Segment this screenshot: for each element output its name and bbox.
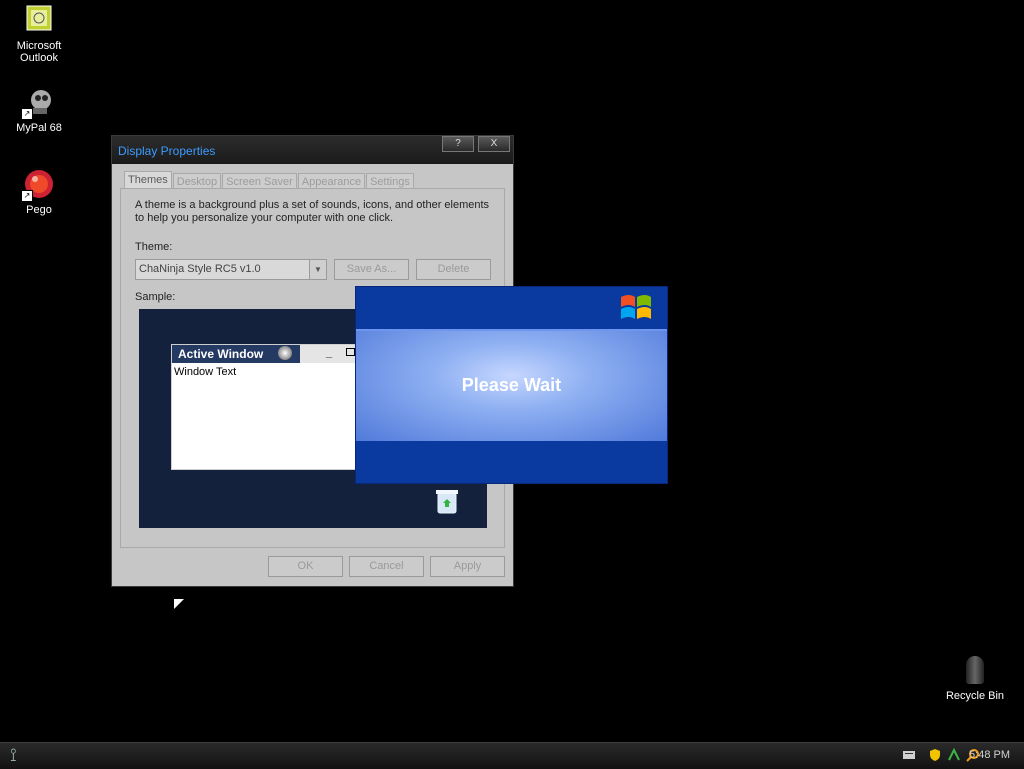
shield-icon[interactable] xyxy=(928,748,942,762)
theme-select-value: ChaNinja Style RC5 v1.0 xyxy=(139,263,261,275)
recycle-bin-icon xyxy=(966,656,984,684)
cancel-button[interactable]: Cancel xyxy=(349,556,424,577)
window-title: Display Properties xyxy=(118,144,216,158)
apply-button[interactable]: Apply xyxy=(430,556,505,577)
mypal-label: MyPal 68 xyxy=(16,122,62,134)
desktop-icon-mypal[interactable]: ↗ MyPal 68 xyxy=(0,86,78,134)
please-wait-message: Please Wait xyxy=(461,375,562,395)
sample-window-text: Window Text xyxy=(174,366,237,378)
taskbar: ⟟ 5:48 PM xyxy=(0,742,1024,769)
outlook-label-1: Microsoft xyxy=(16,40,62,52)
shortcut-arrow-icon: ↗ xyxy=(21,190,33,202)
save-as-button[interactable]: Save As... xyxy=(334,259,409,280)
please-wait-dialog: Please Wait xyxy=(355,286,668,484)
desktop-icon-outlook[interactable]: Microsoft Outlook xyxy=(0,4,78,64)
please-wait-bottom xyxy=(356,441,667,483)
sample-active-window: Active Window _ Window Text xyxy=(171,344,359,470)
network-icon[interactable] xyxy=(947,747,961,762)
windows-logo-icon xyxy=(619,293,653,323)
system-tray: 5:48 PM xyxy=(874,743,1024,769)
desktop-icon-recycle-bin[interactable]: Recycle Bin xyxy=(936,656,1014,702)
close-button[interactable]: X xyxy=(478,136,510,152)
delete-button[interactable]: Delete xyxy=(416,259,491,280)
recycle-bin-icon xyxy=(435,487,459,515)
outlook-icon xyxy=(23,4,55,36)
pego-label: Pego xyxy=(26,204,52,216)
ok-button[interactable]: OK xyxy=(268,556,343,577)
theme-description: A theme is a background plus a set of so… xyxy=(135,199,490,224)
sample-label: Sample: xyxy=(135,291,176,303)
sample-window-caption-buttons: _ xyxy=(300,345,358,363)
sample-window-icon xyxy=(278,346,292,360)
shortcut-arrow-icon: ↗ xyxy=(21,108,33,120)
keyboard-icon[interactable] xyxy=(902,748,916,762)
help-button[interactable]: ? xyxy=(442,136,474,152)
desktop-icon-pego[interactable]: ↗ Pego xyxy=(0,168,78,216)
tab-strip: Themes Desktop Screen Saver Appearance Setti… xyxy=(124,171,415,191)
title-bar[interactable]: Display Properties ? X xyxy=(112,136,513,164)
theme-label: Theme: xyxy=(135,241,173,253)
start-button[interactable]: ⟟ xyxy=(10,745,38,765)
outlook-label-2: Outlook xyxy=(20,52,58,64)
pego-icon: ↗ xyxy=(21,168,55,202)
mouse-cursor xyxy=(174,599,184,609)
theme-select[interactable]: ChaNinja Style RC5 v1.0 ▼ xyxy=(135,259,327,280)
mypal-icon: ↗ xyxy=(21,86,55,120)
chevron-down-icon[interactable]: ▼ xyxy=(309,260,326,279)
recycle-bin-label: Recycle Bin xyxy=(945,690,1005,702)
taskbar-clock[interactable]: 5:48 PM xyxy=(969,749,1010,761)
